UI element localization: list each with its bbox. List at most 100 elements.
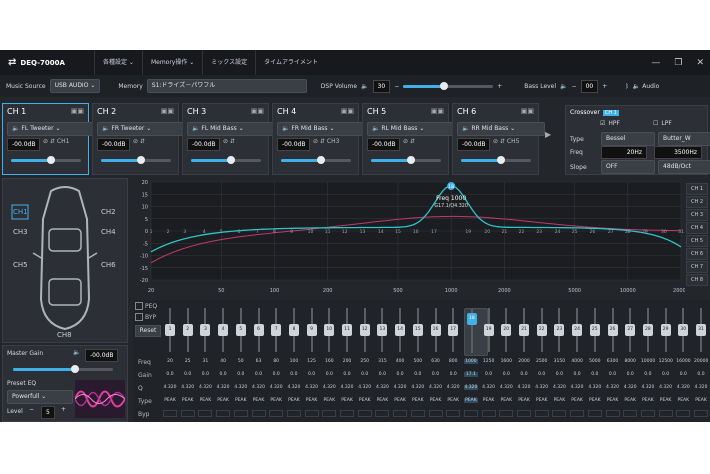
preset-eq-select[interactable]: Powerfull ⌄: [7, 390, 73, 404]
channel-speaker-select[interactable]: 🔈 RL Mid Bass ⌄: [367, 122, 455, 136]
master-gain-slider[interactable]: [13, 365, 113, 373]
band-freq-value[interactable]: 10000: [641, 359, 655, 364]
band-freq-value[interactable]: 630: [429, 359, 443, 364]
band-type-value[interactable]: PEAK: [570, 398, 584, 403]
band-type-value[interactable]: PEAK: [535, 398, 549, 403]
band-type-value[interactable]: PEAK: [659, 398, 673, 403]
band-bypass-toggle[interactable]: [269, 410, 284, 417]
eq-band-fader[interactable]: 16: [429, 308, 443, 354]
band-bypass-toggle[interactable]: [357, 410, 372, 417]
band-gain-value[interactable]: 0.0: [570, 372, 584, 377]
band-gain-value[interactable]: 17.1: [463, 372, 478, 377]
band-type-value[interactable]: PEAK: [340, 398, 354, 403]
eq-band-fader[interactable]: 12: [358, 308, 372, 354]
band-bypass-toggle[interactable]: [640, 410, 655, 417]
band-bypass-toggle[interactable]: [216, 410, 231, 417]
hpf-type-select[interactable]: Bessel: [601, 132, 655, 146]
band-gain-value[interactable]: 0.0: [482, 372, 496, 377]
band-bypass-toggle[interactable]: [393, 410, 408, 417]
fader-thumb[interactable]: 22: [536, 324, 547, 336]
band-q-value[interactable]: 4.320: [234, 385, 248, 390]
channel-phase-control[interactable]: ⊘ ⇵ CH3: [313, 138, 339, 145]
band-freq-value[interactable]: 160: [322, 359, 336, 364]
band-q-value[interactable]: 4.320: [499, 385, 513, 390]
fader-thumb[interactable]: 8: [288, 324, 299, 336]
eq-band-fader[interactable]: 6: [252, 308, 266, 354]
band-type-value[interactable]: PEAK: [463, 398, 478, 403]
band-q-value[interactable]: 4.320: [181, 385, 195, 390]
legend-item-ch8[interactable]: CH 8: [686, 274, 708, 286]
eq-band-fader[interactable]: 8: [287, 308, 301, 354]
fader-thumb[interactable]: 19: [483, 324, 494, 336]
fader-thumb[interactable]: 15: [412, 324, 423, 336]
lpf-slope-select[interactable]: 48dB/Oct: [658, 160, 710, 174]
eq-band-fader[interactable]: 4: [216, 308, 230, 354]
band-q-value[interactable]: 4.320: [482, 385, 496, 390]
band-type-value[interactable]: PEAK: [446, 398, 460, 403]
band-freq-value[interactable]: 1000: [463, 359, 478, 364]
fader-thumb[interactable]: 27: [625, 324, 636, 336]
band-q-value[interactable]: 4.320: [269, 385, 283, 390]
band-gain-value[interactable]: 0.0: [535, 372, 549, 377]
fader-thumb[interactable]: 28: [642, 324, 653, 336]
fader-thumb[interactable]: 1: [165, 324, 175, 336]
channel-card-6[interactable]: CH 6 ▣▣ 🔈 RR Mid Bass ⌄ -00.0dB ⊘ ⇵ CH5: [452, 103, 545, 175]
channel-gain-slider[interactable]: [11, 156, 81, 164]
band-bypass-toggle[interactable]: [552, 410, 567, 417]
band-q-value[interactable]: 4.320: [552, 385, 566, 390]
channel-phase-control[interactable]: ⊘ ⇵ CH5: [493, 138, 519, 145]
band-type-value[interactable]: PEAK: [676, 398, 690, 403]
eq-band-fader[interactable]: 17: [446, 308, 460, 354]
band-type-value[interactable]: PEAK: [198, 398, 212, 403]
eq-band-fader[interactable]: 2: [181, 308, 195, 354]
band-type-value[interactable]: PEAK: [252, 398, 266, 403]
menu-memory[interactable]: Memory操作 ⌄: [141, 50, 202, 75]
band-freq-value[interactable]: 20000: [694, 359, 708, 364]
band-type-value[interactable]: PEAK: [411, 398, 425, 403]
channel-copy-icon[interactable]: ▣▣: [161, 107, 174, 115]
fader-thumb[interactable]: 31: [696, 324, 706, 336]
band-bypass-toggle[interactable]: [658, 410, 673, 417]
band-freq-value[interactable]: 200: [340, 359, 354, 364]
band-q-value[interactable]: 4.320: [446, 385, 460, 390]
fader-thumb[interactable]: 17: [448, 324, 459, 336]
band-gain-value[interactable]: 0.0: [676, 372, 690, 377]
band-q-value[interactable]: 4.320: [287, 385, 301, 390]
dsp-volume-plus[interactable]: +: [497, 83, 502, 90]
band-bypass-toggle[interactable]: [499, 410, 514, 417]
band-gain-value[interactable]: 0.0: [287, 372, 301, 377]
band-gain-value[interactable]: 0.0: [659, 372, 673, 377]
legend-item-ch3[interactable]: CH 3: [686, 209, 708, 221]
fader-thumb[interactable]: 21: [519, 324, 529, 336]
fader-thumb[interactable]: 18: [466, 313, 477, 325]
dsp-volume-minus[interactable]: −: [394, 83, 399, 90]
legend-item-ch2[interactable]: CH 2: [686, 196, 708, 208]
fader-thumb[interactable]: 16: [430, 324, 441, 336]
band-freq-value[interactable]: 31: [198, 359, 212, 364]
eq-band-fader[interactable]: 21: [517, 308, 531, 354]
band-type-value[interactable]: PEAK: [588, 398, 602, 403]
fader-thumb[interactable]: 6: [253, 324, 264, 336]
band-type-value[interactable]: PEAK: [375, 398, 389, 403]
band-freq-value[interactable]: 12500: [659, 359, 673, 364]
band-q-value[interactable]: 4.320: [163, 385, 177, 390]
menu-mix[interactable]: ミックス設定: [202, 50, 255, 75]
band-gain-value[interactable]: 0.0: [552, 372, 566, 377]
band-type-value[interactable]: PEAK: [287, 398, 301, 403]
bass-plus[interactable]: +: [602, 83, 607, 90]
band-q-value[interactable]: 4.320: [694, 385, 708, 390]
band-gain-value[interactable]: 0.0: [375, 372, 389, 377]
band-freq-value[interactable]: 250: [358, 359, 372, 364]
band-freq-value[interactable]: 5000: [588, 359, 602, 364]
channel-speaker-select[interactable]: 🔈 FL Tweeter ⌄: [7, 122, 95, 136]
band-gain-value[interactable]: 0.0: [198, 372, 212, 377]
band-type-value[interactable]: PEAK: [517, 398, 531, 403]
band-freq-value[interactable]: 1250: [482, 359, 496, 364]
band-q-value[interactable]: 4.320: [535, 385, 549, 390]
band-gain-value[interactable]: 0.0: [252, 372, 266, 377]
channel-speaker-select[interactable]: 🔈 FL Mid Bass ⌄: [187, 122, 275, 136]
channel-copy-icon[interactable]: ▣▣: [521, 107, 534, 115]
band-q-value[interactable]: 4.320: [375, 385, 389, 390]
band-freq-value[interactable]: 25: [181, 359, 195, 364]
lpf-freq-value[interactable]: 3500Hz: [654, 146, 702, 159]
